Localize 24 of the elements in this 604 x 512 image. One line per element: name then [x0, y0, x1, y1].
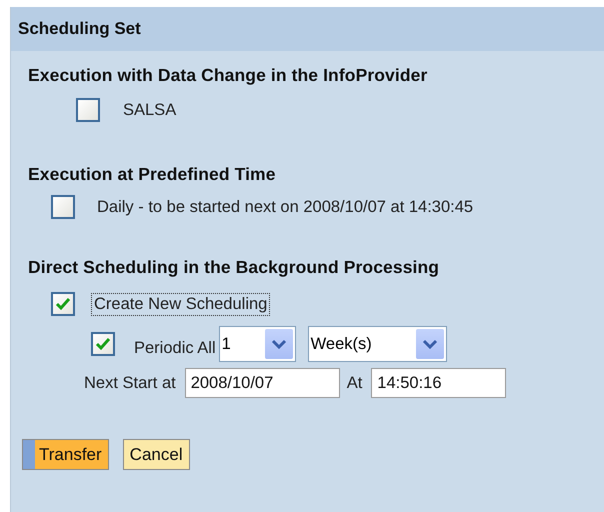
caret-icon[interactable]	[264, 329, 293, 359]
unit-dropdown[interactable]: Week(s)	[308, 326, 447, 362]
checkbox[interactable]	[51, 292, 75, 316]
checkmark-icon	[55, 297, 71, 311]
cancel-button[interactable]: Cancel	[122, 439, 190, 470]
date-field[interactable]: 2008/10/07	[184, 368, 340, 398]
checkbox-label: SALSA	[122, 100, 178, 120]
section-heading: Execution at Predefined Time	[28, 164, 277, 185]
checkbox[interactable]	[91, 332, 115, 356]
next-start-label: Next Start at	[83, 372, 177, 394]
checkmark-icon	[95, 337, 111, 351]
checkbox-label: Create New Scheduling	[91, 292, 270, 316]
panel-title: Scheduling Set	[11, 7, 604, 51]
count-dropdown[interactable]: 1	[218, 326, 296, 362]
caret-icon[interactable]	[416, 329, 444, 359]
checkbox-label: Periodic All	[133, 338, 217, 358]
section-heading: Execution with Data Change in the InfoProvider	[28, 65, 428, 86]
transfer-button[interactable]: Transfer	[22, 439, 109, 470]
time-label: At	[346, 372, 364, 394]
section-heading: Direct Scheduling in the Background Processing	[28, 257, 440, 278]
checkbox-label: Daily - to be started next on 2008/10/07 at 14:30:45	[96, 196, 474, 218]
checkbox[interactable]	[51, 195, 75, 219]
time-field[interactable]: 14:50:16	[371, 368, 506, 398]
checkbox[interactable]	[76, 98, 100, 122]
